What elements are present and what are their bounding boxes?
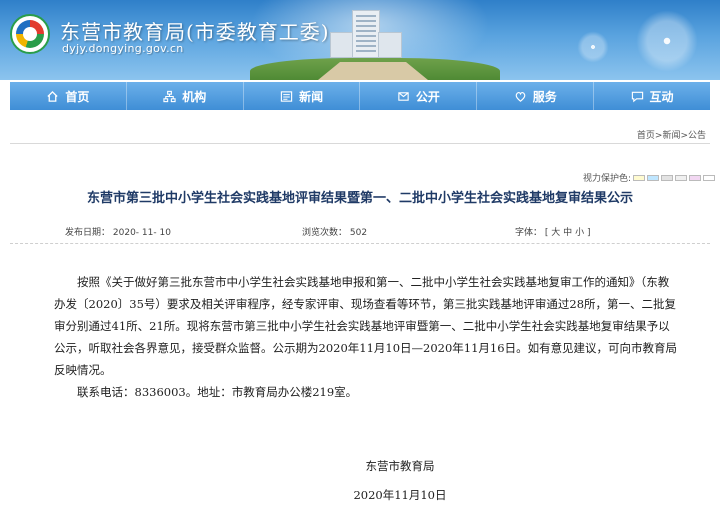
article-sign-date: 2020年11月10日 xyxy=(353,488,447,502)
dandelion-decoration-small xyxy=(576,30,610,64)
font-bracket-open: [ xyxy=(544,228,549,238)
color-picker: 视力保护色: xyxy=(583,171,716,184)
color-swatch-pink[interactable] xyxy=(689,174,702,181)
interact-icon xyxy=(631,91,643,102)
nav-item-news[interactable]: 新闻 xyxy=(244,82,361,110)
dandelion-decoration xyxy=(632,6,702,76)
publish-date-value: 2020- 11- 10 xyxy=(112,228,171,238)
nav-item-label: 互动 xyxy=(649,89,674,104)
font-size-small-button[interactable]: 小 xyxy=(575,228,584,238)
nav-item-label: 首页 xyxy=(65,89,90,104)
font-size-label: 字体： xyxy=(515,228,543,238)
nav-item-interact[interactable]: 互动 xyxy=(594,82,710,110)
header-banner: 东营市教育局(市委教育工委) dyjy.dongying.gov.cn xyxy=(0,0,720,80)
nav-item-label: 新闻 xyxy=(299,89,324,104)
font-size-large-button[interactable]: 大 xyxy=(551,228,560,238)
article-signature: 东营市教育局 xyxy=(365,459,435,473)
color-swatch-gray[interactable] xyxy=(661,174,674,181)
nav-item-label: 公开 xyxy=(415,89,440,104)
article-paragraph-contact: 联系电话：8336003。地址：市教育局办公楼219室。 xyxy=(77,385,358,399)
view-count-value: 502 xyxy=(349,228,368,238)
color-swatch-blue[interactable] xyxy=(647,174,660,181)
article-paragraph: 按照《关于做好第三批东营市中小学生社会实践基地申报和第一、二批中小学生社会实践基… xyxy=(54,275,678,377)
nav-item-label: 机构 xyxy=(182,89,207,104)
nav-item-org[interactable]: 机构 xyxy=(127,82,244,110)
nav-item-label: 服务 xyxy=(532,89,557,104)
breadcrumb-bar: 首页>新闻>公告 xyxy=(10,126,710,144)
article-title: 东营市第三批中小学生社会实践基地评审结果暨第一、二批中小学生社会实践基地复审结果… xyxy=(86,191,633,206)
nav-item-open[interactable]: 公开 xyxy=(360,82,478,110)
color-swatch-light-gray[interactable] xyxy=(675,174,688,181)
color-swatch-yellow[interactable] xyxy=(633,174,646,181)
org-icon xyxy=(163,90,176,102)
article-meta: 发布日期： 2020- 11- 10 浏览次数： 502 字体： [ 大 中 小… xyxy=(10,214,710,244)
main-nav: 首页 机构 新闻 公开 服务 互动 xyxy=(10,82,710,110)
color-picker-label: 视力保护色: xyxy=(583,174,632,184)
color-swatch-white[interactable] xyxy=(703,174,716,181)
publish-date: 发布日期： 2020- 11- 10 xyxy=(65,225,171,238)
open-icon xyxy=(398,91,409,101)
nav-item-service[interactable]: 服务 xyxy=(477,82,595,110)
view-count: 浏览次数： 502 xyxy=(302,225,367,238)
view-count-label: 浏览次数： xyxy=(302,228,348,238)
home-icon xyxy=(47,90,59,102)
article-body: 按照《关于做好第三批东营市中小学生社会实践基地申报和第一、二批中小学生社会实践基… xyxy=(54,271,678,403)
site-title[interactable]: 东营市教育局(市委教育工委) xyxy=(60,16,330,45)
publish-date-label: 发布日期： xyxy=(65,228,111,238)
nav-item-home[interactable]: 首页 xyxy=(10,82,127,110)
banner-building-image xyxy=(330,10,402,58)
site-url: dyjy.dongying.gov.cn xyxy=(62,42,184,55)
font-size-medium-button[interactable]: 中 xyxy=(563,228,572,238)
site-logo-icon[interactable] xyxy=(10,14,50,54)
breadcrumb[interactable]: 首页>新闻>公告 xyxy=(637,128,706,141)
font-size-switcher: 字体： [ 大 中 小 ] xyxy=(515,225,590,238)
news-icon xyxy=(280,90,293,102)
service-icon xyxy=(515,91,526,102)
font-bracket-close: ] xyxy=(586,228,591,238)
